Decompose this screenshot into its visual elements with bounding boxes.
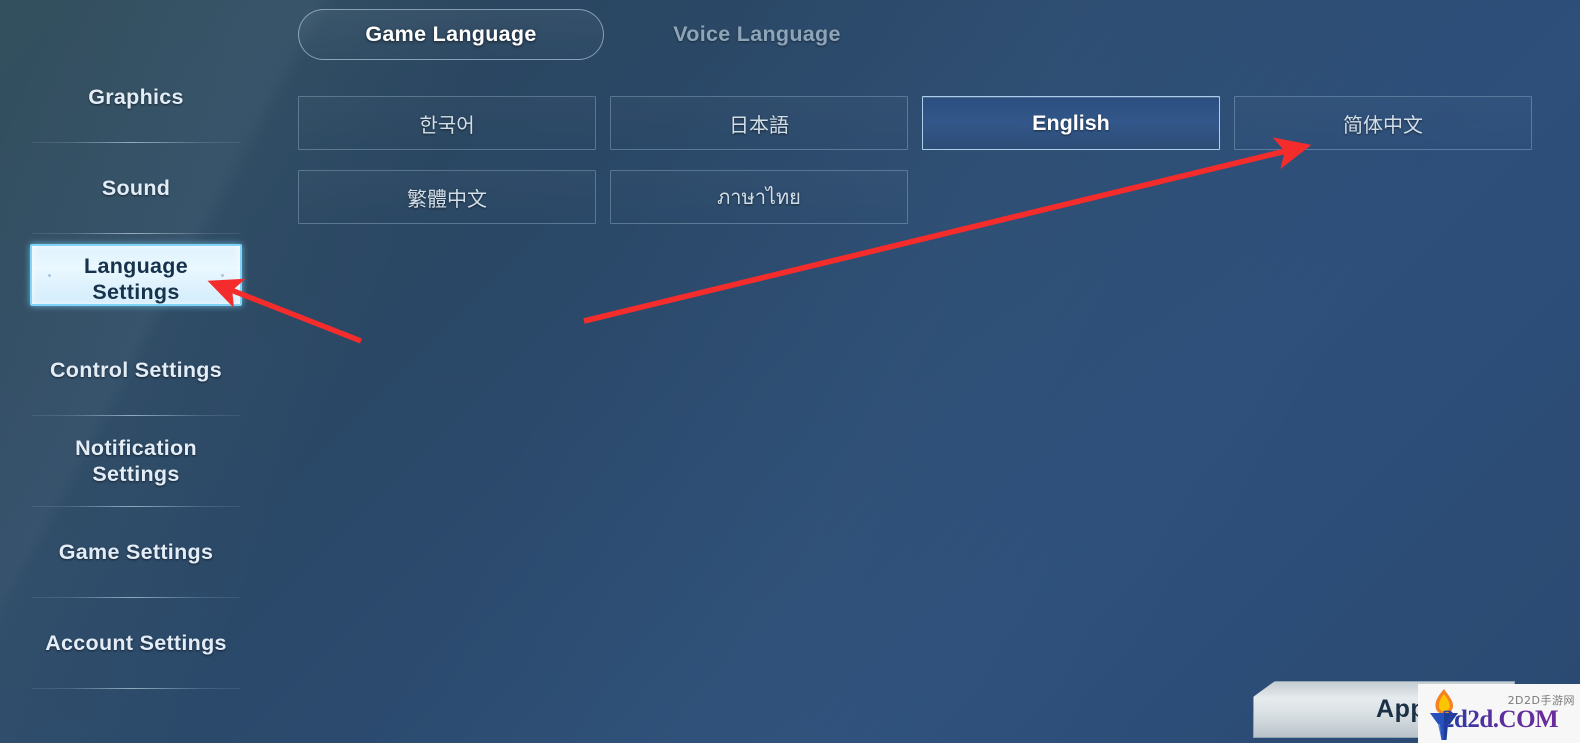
tab-game-language[interactable]: Game Language xyxy=(298,9,604,60)
language-option-label: 简体中文 xyxy=(1343,114,1423,137)
language-option-english[interactable]: English xyxy=(922,96,1220,150)
language-option-label: 한국어 xyxy=(419,114,475,137)
language-option-label: ภาษาไทย xyxy=(717,187,801,209)
sidebar-item-label: Language Settings xyxy=(84,254,188,304)
language-option-traditional-chinese[interactable]: 繁體中文 xyxy=(298,170,596,224)
language-option-japanese[interactable]: 日本語 xyxy=(610,96,908,150)
sidebar-item-label: Game Settings xyxy=(58,539,214,564)
sidebar-item-game-settings[interactable]: Game Settings xyxy=(0,507,272,598)
sidebar-item-label: Control Settings xyxy=(49,357,222,382)
language-option-simplified-chinese[interactable]: 简体中文 xyxy=(1234,96,1532,150)
sidebar-item-label: Account Settings xyxy=(45,630,227,655)
sidebar-item-notification-settings[interactable]: Notification Settings xyxy=(0,416,272,507)
watermark-domain: 2d2d.COM xyxy=(1442,706,1559,733)
game-settings-screen: Graphics Sound Language Settings Control… xyxy=(0,0,1580,743)
tab-label: Voice Language xyxy=(673,22,841,46)
sidebar-item-label: Graphics xyxy=(88,84,184,109)
sidebar-item-label: Sound xyxy=(101,175,171,200)
tab-label: Game Language xyxy=(365,22,537,46)
sidebar-item-sound[interactable]: Sound xyxy=(0,143,272,234)
sidebar-item-account-settings[interactable]: Account Settings xyxy=(0,598,272,689)
bullet-dot-icon xyxy=(48,274,51,277)
language-option-korean[interactable]: 한국어 xyxy=(298,96,596,150)
tab-voice-language[interactable]: Voice Language xyxy=(604,9,910,60)
sidebar-item-control-settings[interactable]: Control Settings xyxy=(0,325,272,416)
language-option-grid: 한국어 日本語 English 简体中文 繁體中文 ภาษาไทย xyxy=(298,96,1534,224)
language-option-label: 繁體中文 xyxy=(407,188,487,211)
site-watermark: 2D2D手游网 2d2d.COM xyxy=(1418,684,1580,743)
sidebar-item-graphics[interactable]: Graphics xyxy=(0,52,272,143)
language-option-label: 日本語 xyxy=(729,114,789,137)
language-option-thai[interactable]: ภาษาไทย xyxy=(610,170,908,224)
language-tab-bar: Game Language Voice Language xyxy=(298,9,910,60)
bullet-dot-icon xyxy=(221,274,224,277)
sidebar-item-language-settings[interactable]: Language Settings xyxy=(0,234,272,325)
settings-sidebar: Graphics Sound Language Settings Control… xyxy=(0,52,272,689)
sidebar-divider xyxy=(32,688,240,689)
sidebar-item-label: Notification Settings xyxy=(75,436,197,486)
language-option-label: English xyxy=(1032,110,1110,135)
